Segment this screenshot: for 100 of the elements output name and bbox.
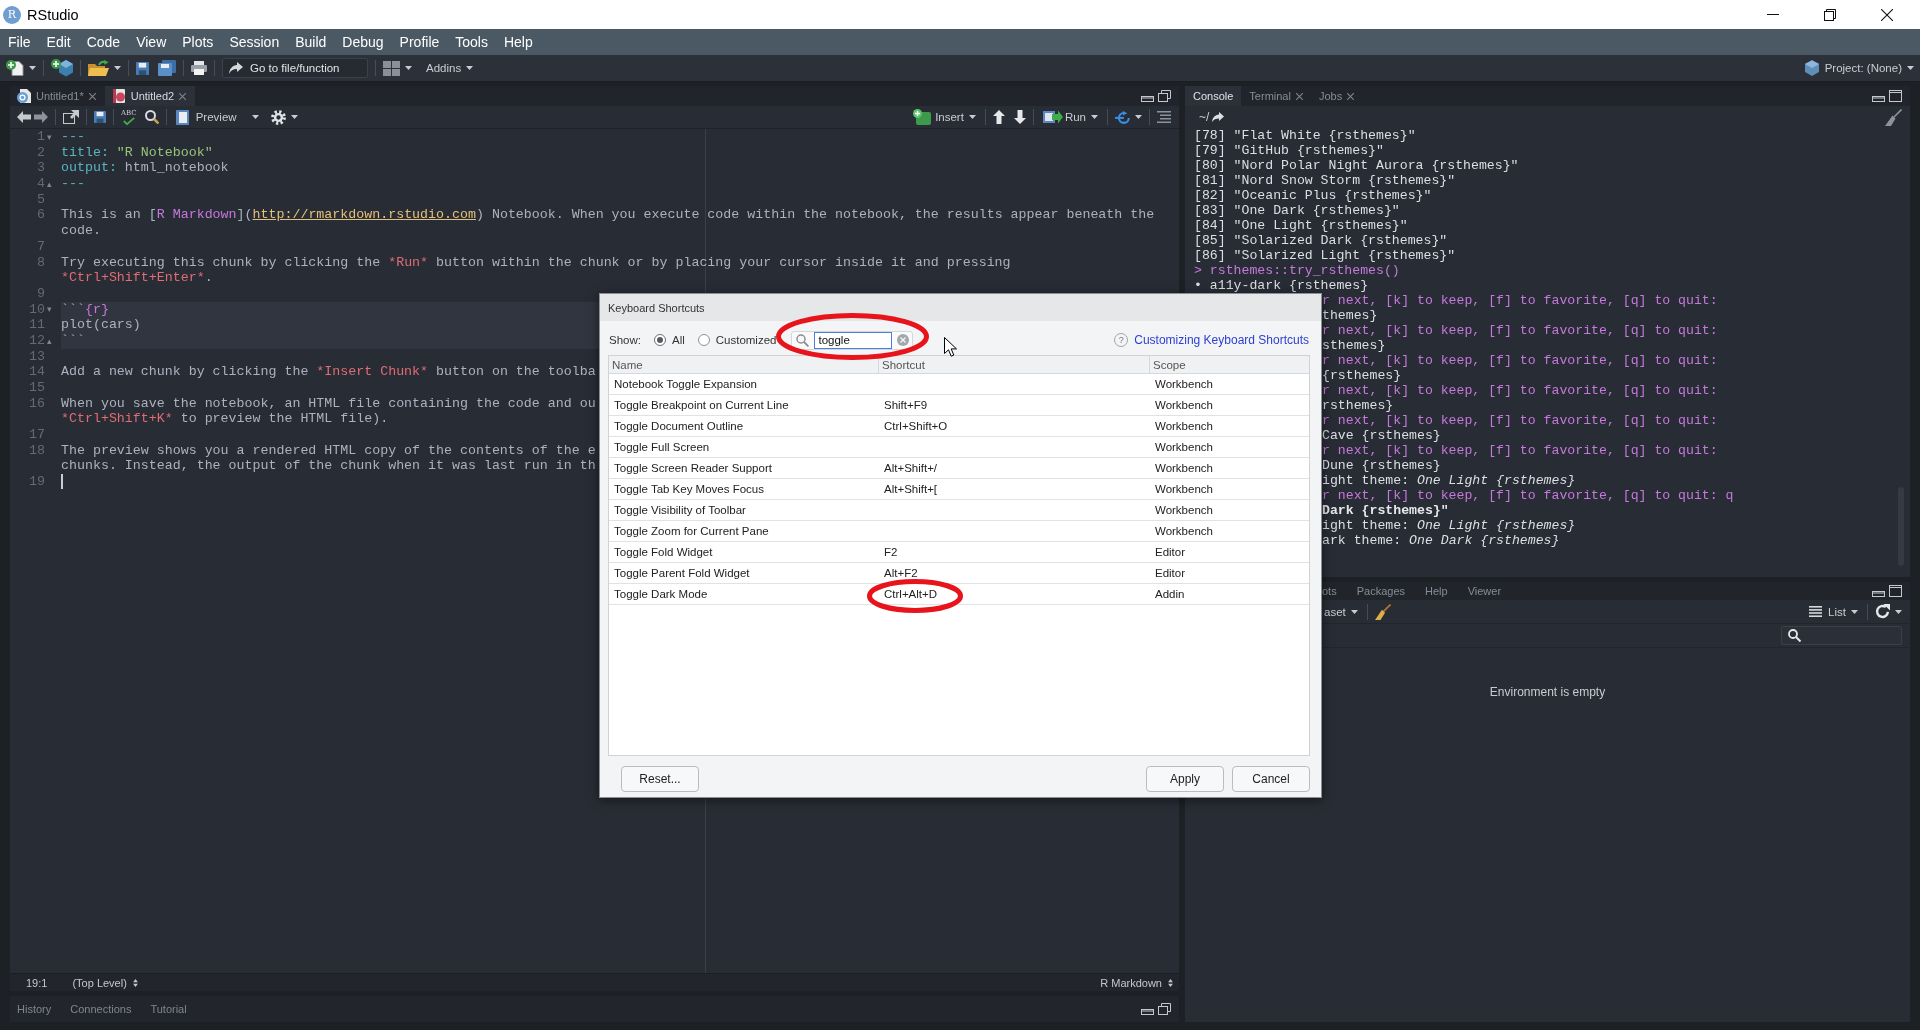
outline-icon[interactable] bbox=[1157, 111, 1171, 123]
restore-pane-icon[interactable] bbox=[1158, 1003, 1171, 1015]
pane-tab[interactable]: History bbox=[17, 1003, 52, 1015]
run-button[interactable]: Run bbox=[1040, 107, 1100, 127]
menu-item[interactable]: Tools bbox=[447, 30, 496, 54]
caret-icon[interactable] bbox=[1135, 115, 1142, 119]
menu-item[interactable]: Debug bbox=[334, 30, 392, 54]
console-tab[interactable]: Jobs bbox=[1310, 86, 1363, 106]
fold-toggle[interactable]: ▾ bbox=[47, 304, 52, 315]
insert-button[interactable]: Insert bbox=[911, 107, 978, 127]
save-icon[interactable] bbox=[94, 111, 106, 123]
caret-icon[interactable] bbox=[1895, 609, 1902, 614]
apply-button[interactable]: Apply bbox=[1146, 766, 1224, 792]
refresh-icon[interactable] bbox=[1875, 604, 1890, 619]
restore-pane-icon[interactable] bbox=[1158, 90, 1171, 102]
cancel-button[interactable]: Cancel bbox=[1232, 766, 1310, 792]
fold-toggle[interactable]: ▴ bbox=[47, 335, 52, 346]
column-header[interactable]: Name bbox=[612, 358, 643, 371]
pane-tab[interactable]: ots bbox=[1322, 585, 1337, 597]
column-header[interactable]: Shortcut bbox=[882, 358, 925, 371]
search-input[interactable]: toggle bbox=[814, 331, 893, 349]
back-arrow-icon[interactable] bbox=[17, 111, 31, 123]
editor-tab[interactable]: Untitled2 bbox=[104, 86, 196, 106]
menu-item[interactable]: Build bbox=[287, 30, 335, 54]
console-line: r next, [k] to keep, [f] to favorite, [q] to quit: bbox=[1322, 353, 1718, 368]
curved-arrow-icon[interactable] bbox=[1212, 112, 1225, 122]
minimize-pane-icon[interactable] bbox=[1141, 95, 1154, 102]
pane-tab[interactable]: Tutorial bbox=[150, 1003, 187, 1015]
radio-button[interactable] bbox=[697, 334, 710, 346]
app-logo: R bbox=[3, 5, 21, 24]
caret-icon[interactable] bbox=[405, 66, 412, 70]
go-to-file-field[interactable]: Go to file/function bbox=[222, 58, 368, 78]
radio-button[interactable] bbox=[653, 334, 666, 346]
menu-item[interactable]: Plots bbox=[174, 30, 222, 54]
minimize-pane-icon[interactable] bbox=[1141, 1008, 1154, 1015]
addins-button[interactable]: Addins bbox=[424, 58, 476, 78]
save-all-icon[interactable] bbox=[158, 60, 176, 76]
up-arrow-icon[interactable] bbox=[992, 110, 1005, 124]
fold-toggle[interactable]: ▴ bbox=[47, 178, 52, 189]
caret-icon[interactable] bbox=[114, 66, 121, 70]
menu-item[interactable]: Help bbox=[495, 30, 541, 54]
pane-layout-icon[interactable] bbox=[383, 60, 400, 76]
up-down-caret-icon[interactable] bbox=[132, 978, 138, 987]
menu-item[interactable]: Code bbox=[78, 30, 129, 54]
forward-arrow-icon[interactable] bbox=[34, 111, 48, 123]
code-line: The preview shows you a rendered HTML copy of the contents of the e bbox=[61, 442, 596, 459]
pane-tab[interactable]: Help bbox=[1425, 585, 1448, 597]
working-directory[interactable]: ~/ bbox=[1199, 110, 1210, 124]
line-number: 8 bbox=[37, 254, 45, 271]
search-field[interactable] bbox=[1781, 626, 1902, 645]
dataset-dropdown[interactable]: aset bbox=[1322, 601, 1360, 622]
radio-label[interactable]: Customized bbox=[715, 334, 777, 346]
radio-label[interactable]: All bbox=[671, 334, 685, 346]
file-type-dropdown[interactable]: R Markdown bbox=[1100, 976, 1173, 989]
down-arrow-icon[interactable] bbox=[1013, 110, 1026, 124]
maximize-pane-icon[interactable] bbox=[1889, 585, 1902, 597]
console-line: ight theme: One Light {rsthemes} bbox=[1322, 518, 1576, 533]
pane-tab[interactable]: Viewer bbox=[1467, 585, 1502, 597]
scope-dropdown[interactable]: (Top Level) bbox=[72, 976, 138, 989]
console-line: [85] "Solarized Dark {rsthemes}" bbox=[1194, 233, 1448, 248]
menu-item[interactable]: Edit bbox=[38, 30, 79, 54]
menu-item[interactable]: View bbox=[128, 30, 175, 54]
open-folder-icon[interactable] bbox=[88, 60, 109, 76]
notebook-icon bbox=[175, 109, 189, 125]
pane-tab[interactable]: Packages bbox=[1356, 585, 1405, 597]
console-line: Dune {rsthemes} bbox=[1322, 458, 1441, 473]
caret-icon[interactable] bbox=[290, 115, 298, 119]
console-line: [80] "Nord Polar Night Aurora {rsthemes}" bbox=[1194, 158, 1519, 173]
minimize-pane-icon[interactable] bbox=[1872, 590, 1885, 597]
console-tab[interactable]: Terminal bbox=[1241, 86, 1311, 106]
new-file-icon[interactable] bbox=[6, 60, 24, 76]
menu-item[interactable]: Session bbox=[221, 30, 288, 54]
reset-button[interactable]: Reset... bbox=[621, 766, 699, 792]
show-in-window-icon[interactable] bbox=[63, 110, 79, 124]
table-cell: Alt+Shift+/ bbox=[884, 462, 938, 474]
up-down-caret-icon[interactable] bbox=[1168, 978, 1173, 987]
gear-icon[interactable] bbox=[270, 109, 286, 125]
rerun-icon[interactable] bbox=[1115, 110, 1130, 124]
print-icon[interactable] bbox=[191, 61, 207, 75]
editor-tab[interactable]: Untitled1* bbox=[10, 86, 105, 106]
new-project-icon[interactable] bbox=[51, 59, 73, 77]
column-header[interactable]: Scope bbox=[1153, 358, 1186, 371]
project-button[interactable]: Project: (None) bbox=[1802, 58, 1916, 78]
maximize-pane-icon[interactable] bbox=[1889, 90, 1902, 102]
fold-toggle[interactable]: ▾ bbox=[47, 131, 52, 142]
view-mode-dropdown[interactable]: List bbox=[1807, 601, 1860, 622]
menu-item[interactable]: File bbox=[0, 30, 39, 54]
caret-icon[interactable] bbox=[29, 66, 36, 70]
broom-icon[interactable] bbox=[1374, 603, 1391, 620]
minimize-pane-icon[interactable] bbox=[1872, 95, 1885, 102]
restore-icon[interactable] bbox=[1824, 8, 1836, 21]
pane-tab[interactable]: Connections bbox=[70, 1003, 132, 1015]
menu-item[interactable]: Profile bbox=[391, 30, 448, 54]
search-icon[interactable] bbox=[144, 110, 159, 124]
close-icon[interactable] bbox=[1881, 8, 1893, 21]
preview-button[interactable]: Preview bbox=[173, 107, 261, 127]
save-icon[interactable] bbox=[136, 61, 149, 75]
table-cell: Workbench bbox=[1155, 462, 1213, 474]
console-tab[interactable]: Console bbox=[1185, 86, 1242, 106]
broom-icon[interactable] bbox=[1885, 108, 1902, 126]
